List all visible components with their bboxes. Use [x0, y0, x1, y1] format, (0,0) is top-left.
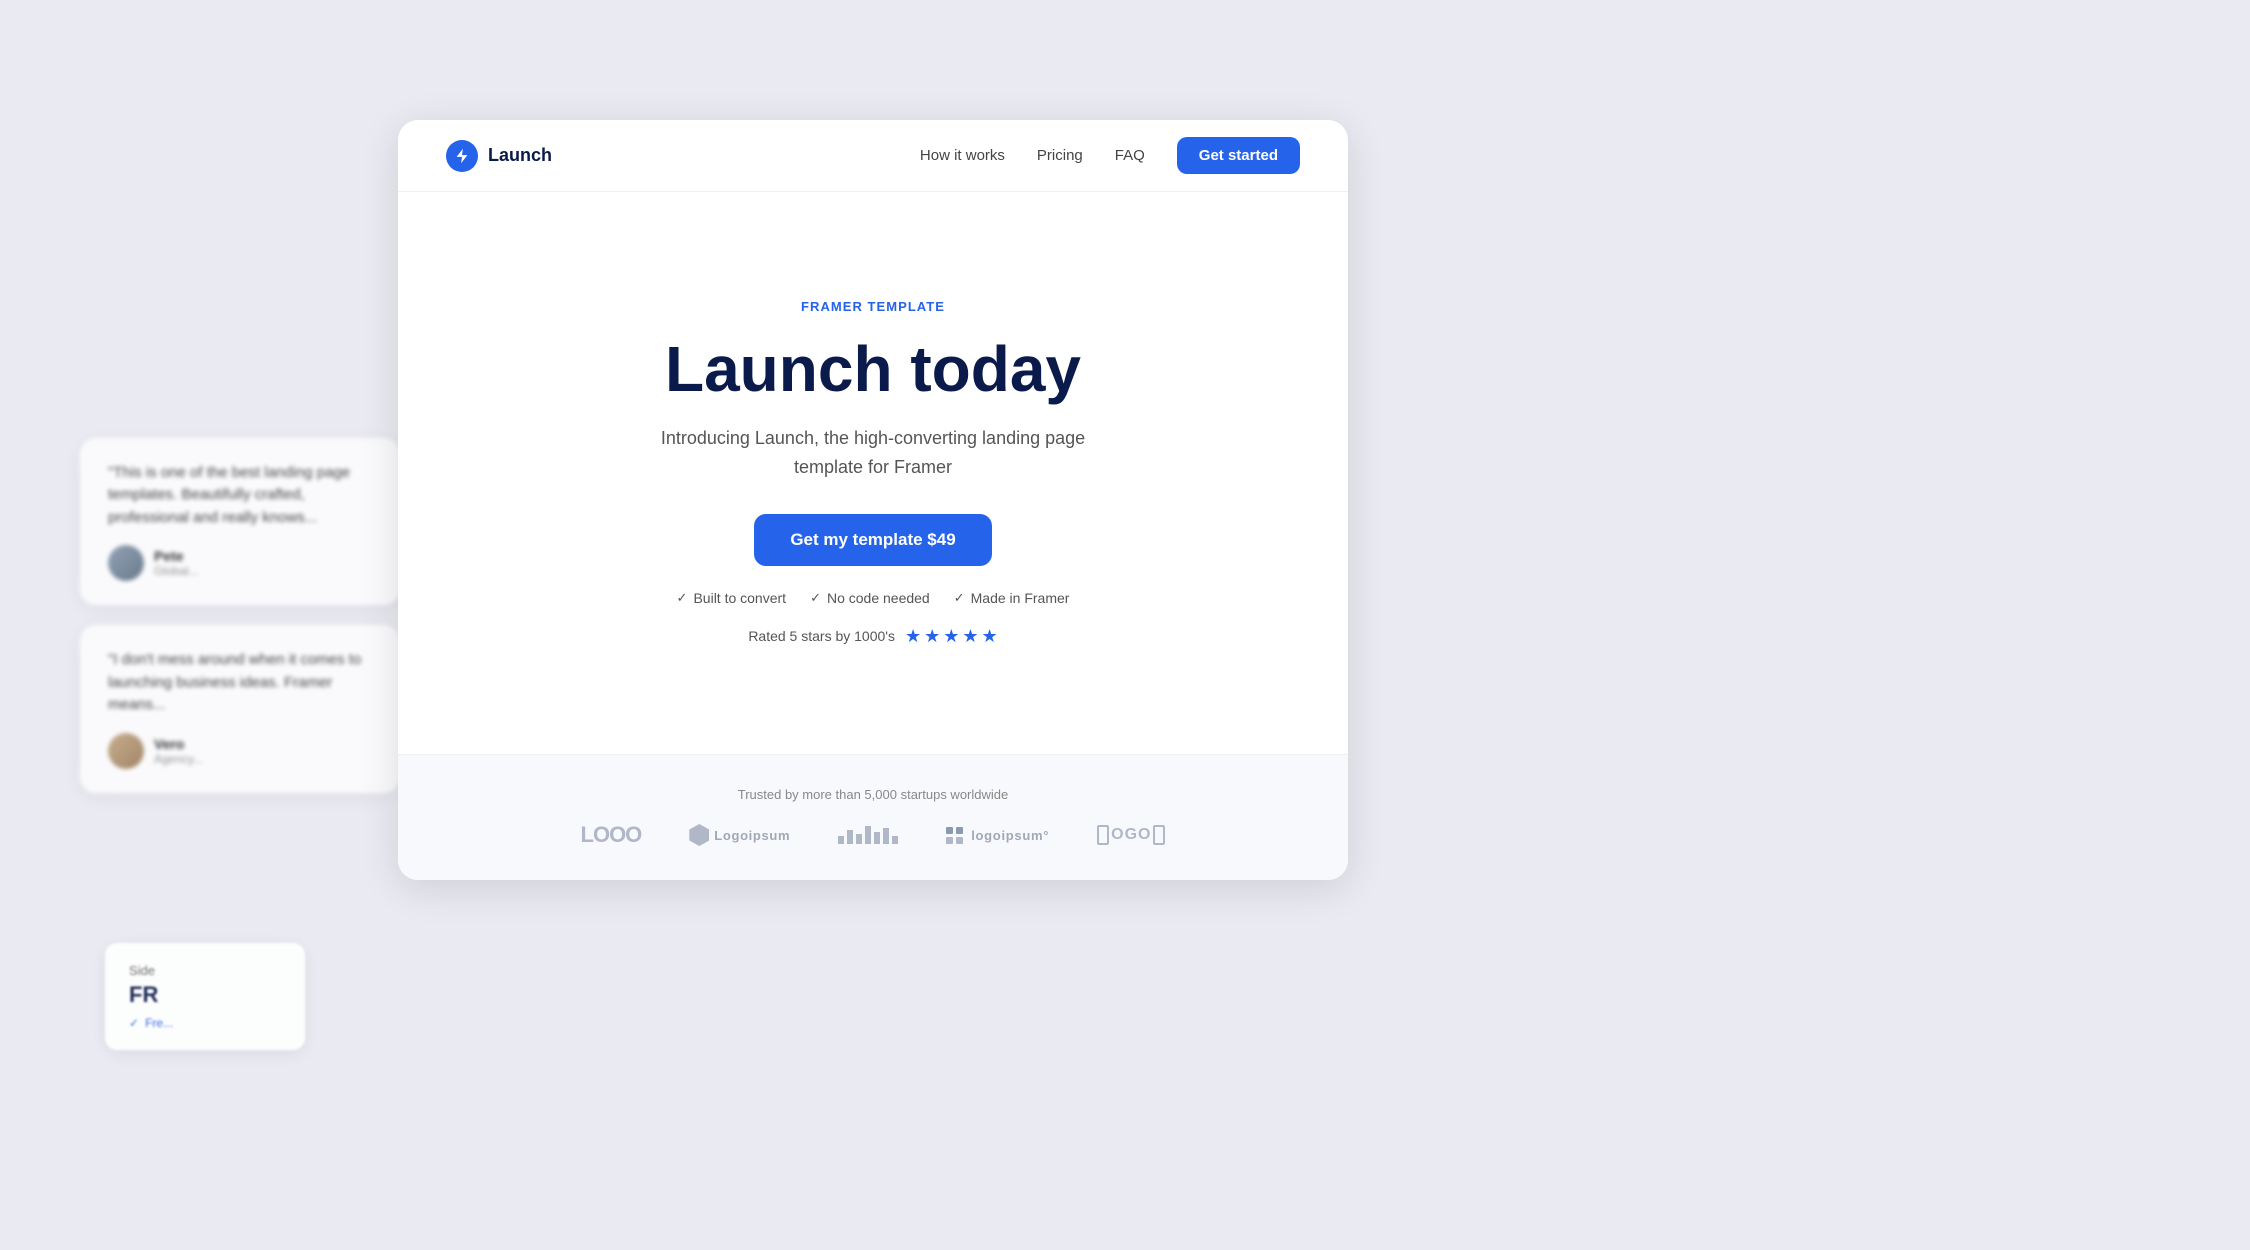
brand-logo-loco: LOOO: [581, 822, 642, 848]
dot-row-1: [946, 827, 963, 834]
star-1: ★: [905, 626, 921, 647]
nav-link-pricing[interactable]: Pricing: [1037, 147, 1083, 164]
rating-text: Rated 5 stars by 1000's: [748, 628, 895, 644]
check-icon-1: ✓: [677, 590, 688, 606]
reviewer-name-2: Vero: [154, 736, 203, 752]
star-rating: ★ ★ ★ ★ ★: [905, 626, 998, 647]
bar-7: [892, 836, 898, 844]
feature-label-2: No code needed: [827, 590, 930, 606]
check-circle-icon: ✓: [129, 1016, 139, 1030]
hero-subtitle: Introducing Launch, the high-converting …: [633, 424, 1113, 482]
star-5: ★: [982, 626, 998, 647]
check-icon-2: ✓: [810, 590, 821, 606]
bottom-card-badge: ✓ Fre...: [129, 1016, 281, 1030]
avatar-pete: [108, 545, 144, 581]
bogo-text: OGO: [1111, 826, 1151, 844]
feature-1: ✓ Built to convert: [677, 590, 787, 606]
feature-label-1: Built to convert: [693, 590, 786, 606]
check-icon-3: ✓: [954, 590, 965, 606]
nav-cta-button[interactable]: Get started: [1177, 137, 1300, 174]
shield-icon: [689, 824, 709, 846]
dot-1: [946, 827, 953, 834]
brand-logo-dots: logoipsum°: [946, 827, 1049, 844]
logo-area: Launch: [446, 140, 552, 172]
star-3: ★: [943, 626, 959, 647]
bogo-bracket-left: [1097, 825, 1109, 845]
bar-2: [847, 830, 853, 844]
testimonial-card-1: "This is one of the best landing page te…: [80, 438, 400, 606]
hero-section: FRAMER TEMPLATE Launch today Introducing…: [398, 192, 1348, 754]
brand-logo-bars: [838, 826, 898, 844]
brand-logo-logoipsum: Logoipsum: [689, 824, 790, 846]
bogo-bracket-right: [1153, 825, 1165, 845]
reviewer-name-1: Pete: [154, 548, 199, 564]
dot-4: [956, 837, 963, 844]
dots-icon: [946, 827, 963, 844]
nav-link-how-it-works[interactable]: How it works: [920, 147, 1005, 164]
bolt-icon: [453, 147, 471, 165]
logo-icon: [446, 140, 478, 172]
reviewer-1: Pete Global...: [108, 545, 372, 581]
dot-2: [956, 827, 963, 834]
hero-rating: Rated 5 stars by 1000's ★ ★ ★ ★ ★: [748, 626, 997, 647]
bar-6: [883, 828, 889, 844]
left-panel: "This is one of the best landing page te…: [0, 0, 420, 1250]
badge-text: Fre...: [145, 1016, 173, 1030]
hero-title: Launch today: [665, 334, 1081, 404]
bars-icon: [838, 826, 898, 844]
trusted-section: Trusted by more than 5,000 startups worl…: [398, 754, 1348, 880]
feature-2: ✓ No code needed: [810, 590, 930, 606]
star-4: ★: [962, 626, 978, 647]
bottom-card-title: FR: [129, 982, 281, 1008]
hero-eyebrow: FRAMER TEMPLATE: [801, 299, 945, 314]
logoipsum-text: Logoipsum: [714, 828, 790, 843]
navbar: Launch How it works Pricing FAQ Get star…: [398, 120, 1348, 192]
bar-4: [865, 826, 871, 844]
feature-3: ✓ Made in Framer: [954, 590, 1070, 606]
quote-text-2: "I don't mess around when it comes to la…: [108, 649, 372, 717]
dots-text: logoipsum°: [971, 828, 1049, 843]
bar-1: [838, 836, 844, 844]
testimonial-card-2: "I don't mess around when it comes to la…: [80, 625, 400, 793]
bottom-left-card: Side FR ✓ Fre...: [105, 943, 305, 1050]
feature-label-3: Made in Framer: [971, 590, 1070, 606]
brand-logo-bogo: OGO: [1097, 825, 1165, 845]
dot-row-2: [946, 837, 963, 844]
logo-strip: LOOO Logoipsum: [446, 822, 1300, 848]
bar-5: [874, 832, 880, 844]
dot-3: [946, 837, 953, 844]
loco-text: LOOO: [581, 822, 642, 848]
main-card: Launch How it works Pricing FAQ Get star…: [398, 120, 1348, 880]
hero-cta-button[interactable]: Get my template $49: [754, 514, 991, 566]
star-2: ★: [924, 626, 940, 647]
reviewer-2: Vero Agency...: [108, 733, 372, 769]
trusted-label: Trusted by more than 5,000 startups worl…: [446, 787, 1300, 802]
reviewer-role-1: Global...: [154, 564, 199, 578]
logo-text: Launch: [488, 145, 552, 166]
reviewer-role-2: Agency...: [154, 752, 203, 766]
avatar-vero: [108, 733, 144, 769]
hero-features: ✓ Built to convert ✓ No code needed ✓ Ma…: [677, 590, 1070, 606]
nav-link-faq[interactable]: FAQ: [1115, 147, 1145, 164]
bottom-card-label: Side: [129, 963, 281, 978]
nav-links: How it works Pricing FAQ Get started: [920, 137, 1300, 174]
bar-3: [856, 834, 862, 844]
quote-text-1: "This is one of the best landing page te…: [108, 462, 372, 530]
